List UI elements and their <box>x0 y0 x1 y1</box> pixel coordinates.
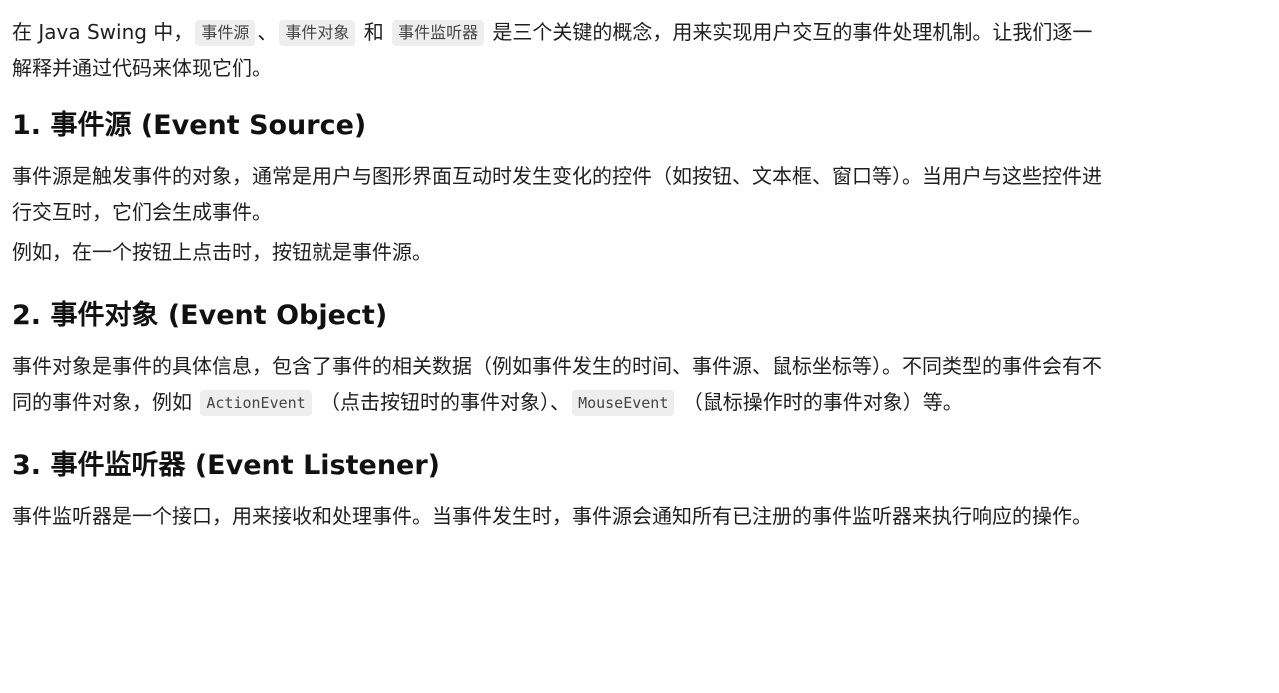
inline-code-event-object: 事件对象 <box>279 20 356 46</box>
section-2-paragraph: 事件对象是事件的具体信息，包含了事件的相关数据（例如事件发生的时间、事件源、鼠标… <box>12 348 1102 420</box>
intro-text-2: 、 <box>257 20 278 44</box>
section-3-heading: 3. 事件监听器 (Event Listener) <box>12 450 441 481</box>
section-1-paragraph-2: 例如，在一个按钮上点击时，按钮就是事件源。 <box>12 240 432 264</box>
section-2-text-3: （鼠标操作时的事件对象）等。 <box>676 390 963 414</box>
section-2-text-2: （点击按钮时的事件对象）、 <box>313 390 571 414</box>
article: 在 Java Swing 中， 事件源、事件对象 和 事件监听器 是三个关键的概念… <box>0 0 1102 534</box>
section-1-heading: 1. 事件源 (Event Source) <box>12 110 367 141</box>
section-1-paragraph-1: 事件源是触发事件的对象，通常是用户与图形界面互动时发生变化的控件（如按钮、文本框… <box>12 164 1102 224</box>
inline-code-event-listener: 事件监听器 <box>392 20 485 46</box>
intro-paragraph: 在 Java Swing 中， 事件源、事件对象 和 事件监听器 是三个关键的概念… <box>12 14 1102 86</box>
section-3-paragraph: 事件监听器是一个接口，用来接收和处理事件。当事件发生时，事件源会通知所有已注册的… <box>12 504 1092 528</box>
intro-text-3: 和 <box>357 20 391 44</box>
section-2-heading: 2. 事件对象 (Event Object) <box>12 300 388 331</box>
inline-code-mouse-event: MouseEvent <box>572 390 675 416</box>
intro-text-1: 在 Java Swing 中， <box>12 20 194 44</box>
inline-code-action-event: ActionEvent <box>200 390 312 416</box>
inline-code-event-source: 事件源 <box>195 20 256 46</box>
